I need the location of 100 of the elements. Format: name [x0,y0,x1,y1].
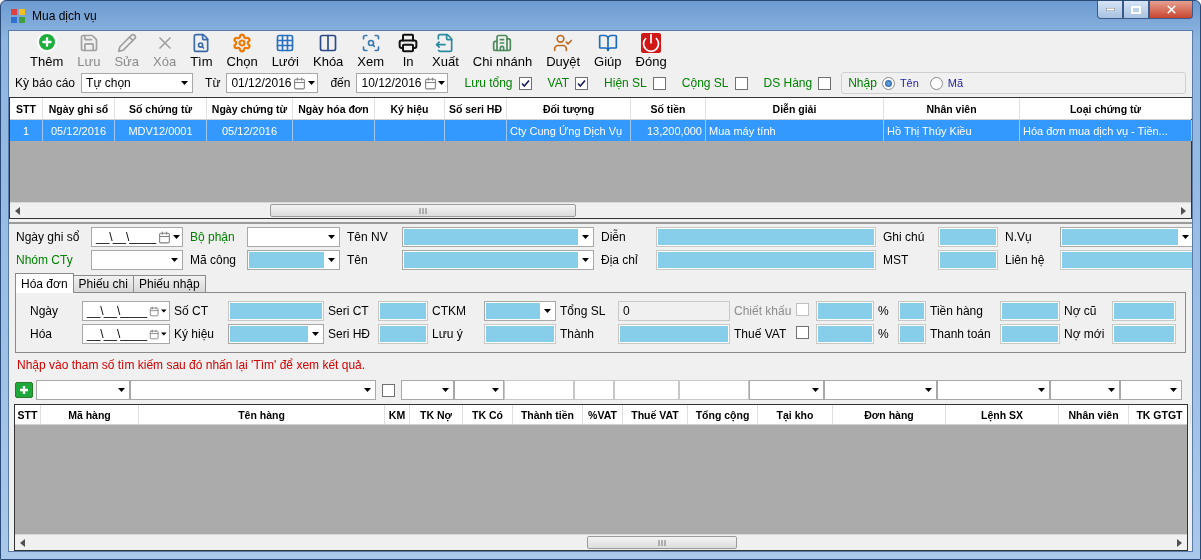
text-field[interactable] [378,301,428,321]
add-button[interactable] [15,382,33,398]
text-field[interactable] [1060,250,1192,270]
toolbar-button[interactable]: Khóa [306,33,351,69]
toolbar-button[interactable]: Chi nhánh [465,33,540,69]
text-field[interactable] [938,227,998,247]
toolbar-button[interactable]: Giúp [587,33,629,69]
column-header[interactable]: TK Nợ [410,405,463,424]
checkbox[interactable] [734,76,748,90]
dropdown-field[interactable] [749,380,824,400]
minimize-button[interactable] [1097,1,1123,19]
text-field[interactable] [656,250,876,270]
radio-button[interactable] [881,76,895,90]
column-header[interactable]: Ngày hóa đơn [293,98,375,119]
text-field[interactable] [816,324,874,344]
dropdown-field[interactable] [824,380,937,400]
checkbox[interactable] [382,383,395,397]
text-field[interactable] [504,380,574,400]
column-header[interactable]: Ký hiệu [375,98,445,119]
toolbar-button[interactable]: In [391,33,426,69]
date-field[interactable]: 10/12/2016 [356,73,449,93]
checkbox[interactable] [575,76,589,90]
text-field[interactable] [1000,324,1060,344]
dropdown-field[interactable] [91,250,183,270]
toolbar-button[interactable]: Lưới [264,33,306,69]
checkbox[interactable] [652,76,666,90]
text-field[interactable] [656,227,876,247]
toolbar-button[interactable]: Thêm [23,31,71,69]
text-field[interactable] [484,324,556,344]
dropdown-field[interactable] [1050,380,1120,400]
dropdown-field[interactable] [228,324,324,344]
column-header[interactable]: STT [15,405,41,424]
tab[interactable]: Hóa đơn [15,273,74,293]
text-field[interactable] [1112,301,1176,321]
horizontal-scrollbar[interactable] [15,534,1187,550]
text-field[interactable] [228,301,324,321]
text-field[interactable] [938,250,998,270]
column-header[interactable]: Đối tượng [507,98,631,119]
toolbar-button[interactable]: Duyệt [539,33,588,69]
checkbox[interactable] [796,326,809,339]
column-header[interactable]: Nhân viên [1059,405,1129,424]
toolbar-button[interactable]: Xuất [425,33,466,69]
toolbar-button[interactable]: Chọn [219,33,265,69]
dropdown-field[interactable] [454,380,504,400]
dropdown-field[interactable] [401,380,454,400]
date-field[interactable]: __\__\____ [82,301,170,321]
column-header[interactable]: Số seri HĐ [445,98,507,119]
dropdown-field[interactable] [937,380,1050,400]
dropdown-field[interactable] [1060,227,1192,247]
column-header[interactable]: Loại chứng từ [1020,98,1192,119]
dropdown-field[interactable] [402,250,594,270]
dropdown-field[interactable] [402,227,594,247]
checkbox[interactable] [818,76,832,90]
text-field[interactable] [1000,301,1060,321]
text-field[interactable] [618,324,730,344]
date-field[interactable]: 01/12/2016 [226,73,319,93]
column-header[interactable]: Lệnh SX [946,405,1059,424]
dropdown-field[interactable] [247,227,340,247]
column-header[interactable]: Tại kho [758,405,833,424]
text-field[interactable] [898,301,926,321]
column-header[interactable]: Tổng cộng [688,405,758,424]
maximize-button[interactable] [1123,1,1149,19]
checkbox[interactable] [518,76,532,90]
horizontal-scrollbar[interactable] [10,202,1191,218]
text-field[interactable] [614,380,679,400]
text-field[interactable] [574,380,614,400]
column-header[interactable]: STT [10,98,43,119]
text-field[interactable] [378,324,428,344]
radio-button[interactable] [929,76,943,90]
column-header[interactable]: Thành tiền [513,405,583,424]
column-header[interactable]: Đơn hàng [833,405,946,424]
column-header[interactable]: Nhân viên [884,98,1020,119]
column-header[interactable]: Số chứng từ [115,98,207,119]
column-header[interactable]: TK GTGT [1129,405,1191,424]
dropdown-field[interactable]: Tự chọn [81,73,194,93]
toolbar-button[interactable]: Đóng [628,33,674,69]
column-header[interactable]: TK Có [463,405,513,424]
toolbar-button[interactable]: Xem [350,33,392,69]
column-header[interactable]: %VAT [583,405,623,424]
date-field[interactable]: __\__\____ [82,324,170,344]
text-field[interactable] [898,324,926,344]
text-field[interactable] [1112,324,1176,344]
column-header[interactable]: Ngày ghi sổ [43,98,115,119]
column-header[interactable]: Ngày chứng từ [207,98,293,119]
dropdown-field[interactable] [484,301,556,321]
close-button[interactable] [1149,1,1193,19]
text-field[interactable] [679,380,749,400]
column-header[interactable]: Mã hàng [41,405,139,424]
dropdown-field[interactable] [130,380,376,400]
toolbar-button[interactable]: Tìm [183,33,220,69]
column-header[interactable]: Số tiền [631,98,706,119]
column-header[interactable]: Tên hàng [139,405,385,424]
dropdown-field[interactable] [1120,380,1182,400]
tab[interactable]: Phiếu chi [72,275,134,293]
tab[interactable]: Phiếu nhập [132,275,206,293]
column-header[interactable]: KM [385,405,410,424]
dropdown-field[interactable] [247,250,340,270]
column-header[interactable]: Diễn giải [706,98,884,119]
date-field[interactable]: __\__\____ [91,227,183,247]
text-field[interactable] [816,301,874,321]
